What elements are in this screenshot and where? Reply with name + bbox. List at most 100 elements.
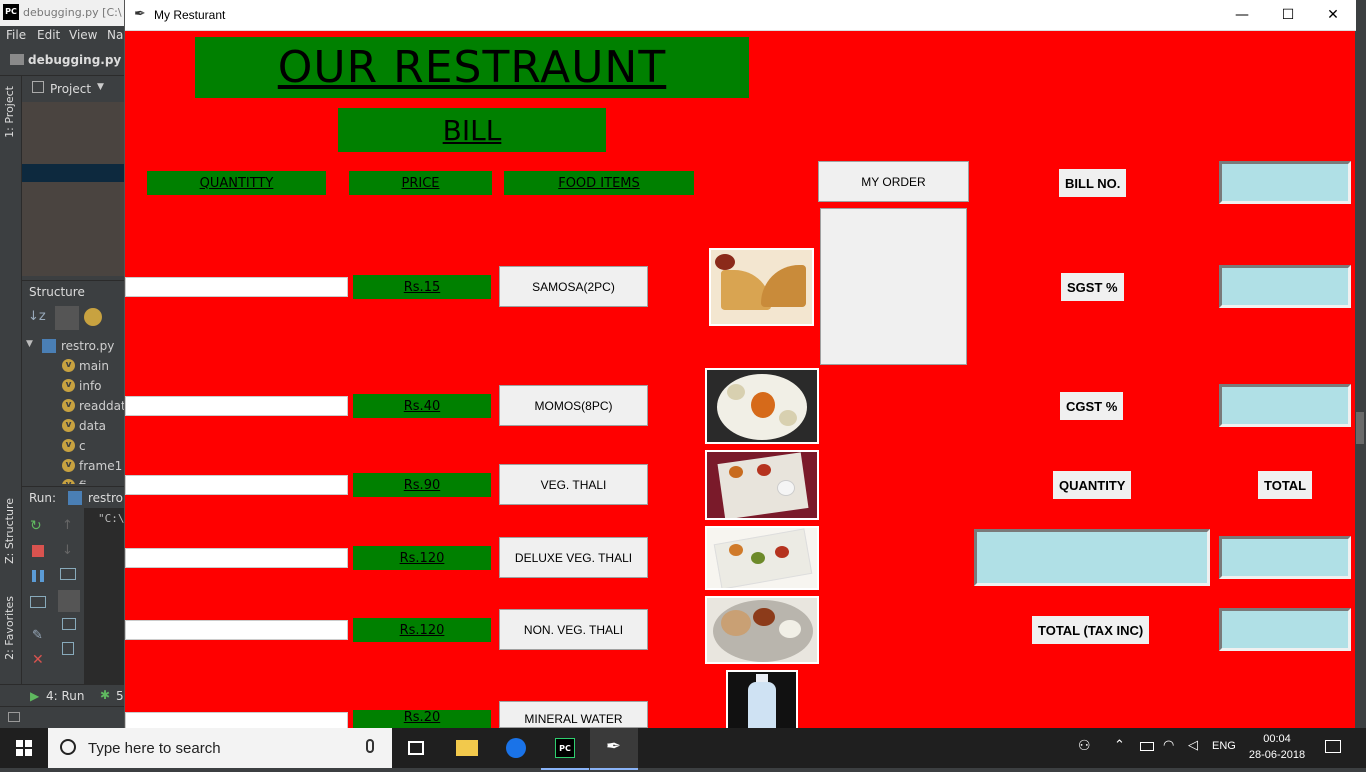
firefox-button[interactable]: [492, 728, 540, 768]
window-titlebar[interactable]: ✒ My Resturant — ☐ ✕: [125, 0, 1356, 31]
notifications-icon[interactable]: [1325, 740, 1341, 753]
structure-item[interactable]: v main: [22, 356, 125, 376]
quantity-total-field[interactable]: [974, 529, 1210, 586]
project-tree-selection[interactable]: [22, 164, 125, 182]
menu-file[interactable]: File: [6, 28, 26, 42]
task-view-button[interactable]: [392, 728, 440, 768]
battery-icon[interactable]: [1140, 742, 1154, 751]
total-field[interactable]: [1219, 536, 1351, 579]
structure-tool-tab[interactable]: Z: Structure: [3, 498, 16, 564]
samosa-button[interactable]: SAMOSA(2PC): [499, 266, 648, 307]
total-tax-inc-field[interactable]: [1219, 608, 1351, 651]
close-icon[interactable]: ✕: [32, 652, 44, 668]
clock-date: 28-06-2018: [1248, 749, 1306, 761]
structure-item[interactable]: vfi: [22, 476, 125, 484]
scroll-to-end-icon[interactable]: [58, 590, 80, 612]
sgst-field[interactable]: [1219, 265, 1351, 308]
tk-app-taskbar-button[interactable]: ✒: [590, 728, 638, 770]
microphone-icon[interactable]: [366, 739, 374, 753]
up-arrow-icon[interactable]: ↑: [62, 518, 73, 533]
stop-icon[interactable]: [32, 545, 44, 557]
water-bottle-image: [726, 670, 798, 728]
nav-file[interactable]: debugging.py: [28, 53, 121, 67]
language-indicator[interactable]: ENG: [1212, 740, 1236, 752]
collapse-icon[interactable]: ▼: [26, 339, 33, 349]
structure-item-label: info: [79, 379, 102, 393]
structure-item[interactable]: v info: [22, 376, 125, 396]
water-button[interactable]: MINERAL WATER: [499, 701, 648, 728]
run-config-name[interactable]: restro: [88, 491, 123, 505]
python-console-tab[interactable]: 5: [116, 689, 124, 703]
editor-scrollbar[interactable]: [1354, 0, 1366, 728]
menu-edit[interactable]: Edit: [37, 28, 60, 42]
bill-no-field[interactable]: [1219, 161, 1351, 204]
pin-icon[interactable]: ✎: [32, 628, 43, 643]
samosa-quantity-input[interactable]: [125, 277, 348, 297]
price-header: PRICE: [349, 171, 492, 195]
menu-navigate[interactable]: Na: [107, 28, 123, 42]
veg-thali-quantity-input[interactable]: [125, 475, 348, 495]
close-button[interactable]: ✕: [1310, 0, 1356, 31]
rerun-icon[interactable]: ↻: [30, 518, 42, 534]
people-icon[interactable]: ⚇: [1078, 738, 1091, 754]
layout-icon[interactable]: [30, 596, 46, 608]
favorites-tool-tab[interactable]: 2: Favorites: [3, 596, 16, 660]
veg-thali-image: [705, 450, 819, 520]
ide-menubar: File Edit View Na: [0, 26, 125, 46]
tool-windows-icon[interactable]: [8, 712, 20, 722]
order-list[interactable]: [820, 208, 967, 365]
deluxe-thali-button[interactable]: DELUXE VEG. THALI: [499, 537, 648, 578]
momos-button[interactable]: MOMOS(8PC): [499, 385, 648, 426]
structure-item[interactable]: v data: [22, 416, 125, 436]
volume-icon[interactable]: ◁: [1188, 738, 1198, 753]
momos-quantity-input[interactable]: [125, 396, 348, 416]
run-tab[interactable]: 4: Run: [46, 689, 85, 703]
show-fields-icon[interactable]: [55, 306, 79, 330]
variable-icon: v: [62, 459, 75, 472]
chevron-up-icon[interactable]: ⌃: [1114, 738, 1125, 753]
structure-tree: ▼ restro.py v main v info v readdata v data …: [22, 334, 133, 484]
feather-icon: ✒: [606, 736, 622, 757]
browser-icon: [506, 738, 526, 758]
my-order-button[interactable]: MY ORDER: [818, 161, 969, 202]
veg-thali-button[interactable]: VEG. THALI: [499, 464, 648, 505]
maximize-button[interactable]: ☐: [1265, 0, 1311, 31]
structure-item[interactable]: vc: [22, 436, 125, 456]
clock[interactable]: 00:04 28-06-2018: [1248, 731, 1306, 763]
run-toolbar: ↻ ✎ ✕ ↑ ↓: [22, 508, 84, 684]
chevron-down-icon[interactable]: ▼: [97, 82, 104, 92]
project-tool-tab[interactable]: 1: Project: [3, 86, 16, 138]
minimize-button[interactable]: —: [1219, 0, 1265, 31]
print-icon[interactable]: [62, 618, 76, 630]
scrollbar-thumb[interactable]: [1356, 412, 1364, 444]
deluxe-thali-quantity-input[interactable]: [125, 548, 348, 568]
wifi-icon[interactable]: ◠: [1163, 738, 1174, 753]
project-panel-header: Project ▼: [22, 76, 125, 102]
cgst-field[interactable]: [1219, 384, 1351, 427]
structure-item-label: frame1: [79, 459, 123, 473]
structure-toolbar: ↓z: [22, 304, 125, 332]
trash-icon[interactable]: [62, 642, 74, 655]
structure-item[interactable]: v frame1: [22, 456, 125, 476]
total-label: TOTAL: [1258, 471, 1313, 499]
structure-item[interactable]: v readdata: [22, 396, 133, 416]
soft-wrap-icon[interactable]: [60, 568, 76, 580]
pause-icon[interactable]: [32, 570, 44, 582]
nonveg-thali-price: Rs.120: [353, 618, 491, 642]
start-button[interactable]: [0, 728, 48, 768]
structure-item-label: c: [79, 439, 86, 453]
show-functions-icon[interactable]: [84, 308, 102, 326]
structure-file-item[interactable]: ▼ restro.py: [22, 336, 125, 356]
menu-view[interactable]: View: [69, 28, 97, 42]
nonveg-thali-button[interactable]: NON. VEG. THALI: [499, 609, 648, 650]
variable-icon: v: [62, 399, 75, 412]
pycharm-taskbar-button[interactable]: PC: [541, 728, 589, 770]
down-arrow-icon[interactable]: ↓: [62, 543, 73, 558]
variable-icon: v: [62, 419, 75, 432]
sort-icon[interactable]: ↓z: [28, 309, 46, 324]
project-label[interactable]: Project: [50, 82, 91, 96]
nonveg-thali-quantity-input[interactable]: [125, 620, 348, 640]
momos-image: [705, 368, 819, 444]
taskbar-search[interactable]: Type here to search: [48, 728, 392, 768]
file-explorer-button[interactable]: [442, 728, 490, 768]
